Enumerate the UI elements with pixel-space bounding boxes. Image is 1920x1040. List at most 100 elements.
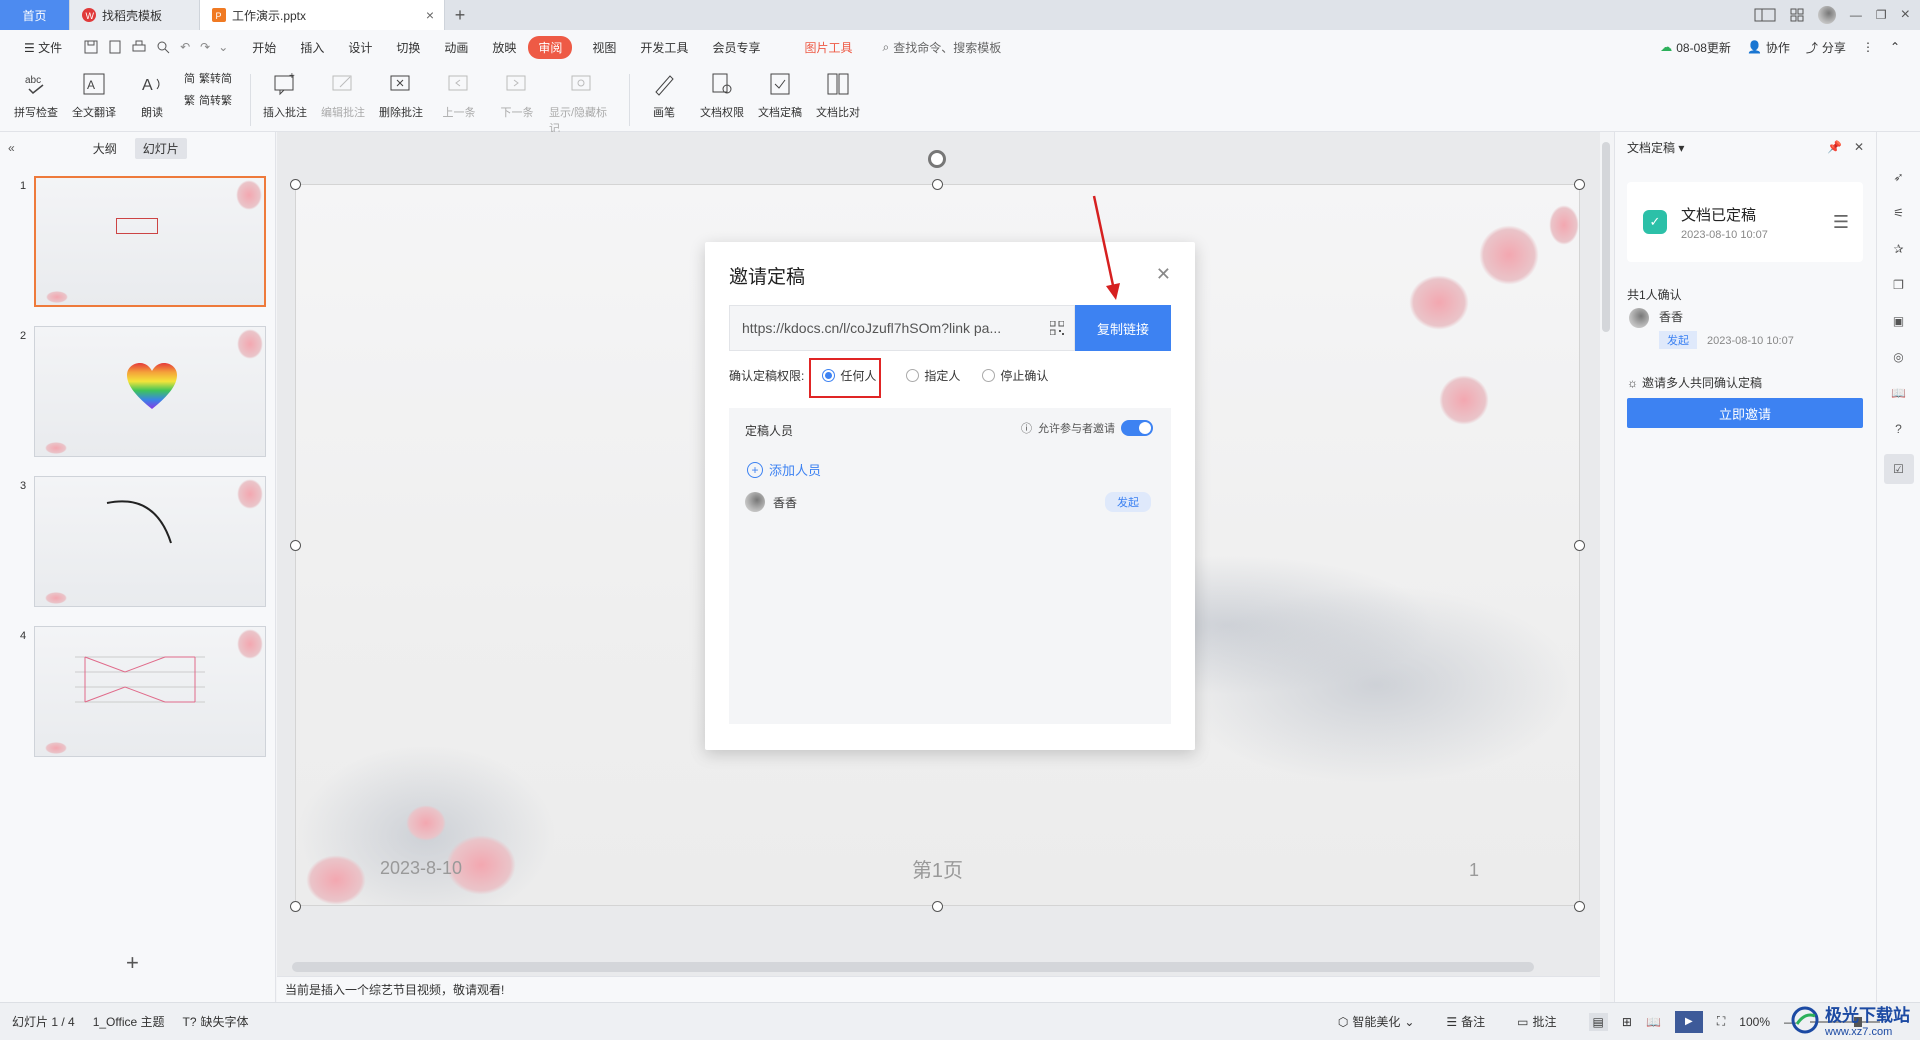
doc-compare-button[interactable]: 文档比对: [812, 70, 864, 120]
edit-comment-button[interactable]: 编辑批注: [317, 70, 369, 120]
notes-button[interactable]: ☰ 备注: [1446, 1013, 1485, 1030]
rotate-handle-icon[interactable]: [928, 150, 946, 168]
slide-thumbnail[interactable]: [34, 176, 266, 307]
prev-comment-button[interactable]: 上一条: [433, 70, 485, 120]
layout-icon[interactable]: [1754, 8, 1776, 22]
resize-handle[interactable]: [932, 901, 943, 912]
close-tab-icon[interactable]: ×: [426, 7, 434, 23]
collapse-pane-icon[interactable]: «: [8, 141, 15, 155]
grid-icon[interactable]: [1790, 8, 1804, 22]
sorter-view-icon[interactable]: ⊞: [1622, 1015, 1632, 1029]
resize-handle[interactable]: [290, 179, 301, 190]
share-button[interactable]: ⤴ 分享: [1806, 39, 1846, 56]
location-icon[interactable]: ◎: [1888, 346, 1910, 368]
tab-document[interactable]: P 工作演示.pptx ×: [200, 0, 445, 30]
tab-outline[interactable]: 大纲: [85, 138, 125, 159]
pin-star-icon[interactable]: ✰: [1888, 238, 1910, 260]
help-icon[interactable]: ?: [1888, 418, 1910, 440]
close-window-icon[interactable]: ×: [1901, 6, 1910, 24]
horizontal-scrollbar[interactable]: [292, 962, 1534, 972]
resize-handle[interactable]: [932, 179, 943, 190]
book-icon[interactable]: 📖: [1888, 382, 1910, 404]
update-button[interactable]: ☁ 08-08更新: [1660, 39, 1731, 56]
trad-to-simp-button[interactable]: 简繁转简: [184, 70, 232, 86]
slide-thumbnail[interactable]: [34, 476, 266, 607]
menu-slideshow[interactable]: 放映: [480, 39, 528, 56]
invite-now-button[interactable]: 立即邀请: [1627, 398, 1863, 428]
notes-area[interactable]: 当前是插入一个综艺节目视频，敬请观看!: [277, 976, 1600, 1002]
doc-finalize-button[interactable]: 文档定稿: [754, 70, 806, 120]
smart-beautify-button[interactable]: ⬡ 智能美化 ⌄: [1338, 1013, 1415, 1030]
tab-home[interactable]: 首页: [0, 0, 70, 30]
menu-icon[interactable]: ☰: [1833, 212, 1849, 233]
allow-invite-toggle[interactable]: [1121, 420, 1153, 436]
print-icon[interactable]: [132, 40, 146, 54]
comment-button[interactable]: ▭ 批注: [1517, 1013, 1556, 1030]
file-menu[interactable]: ☰ 文件: [12, 39, 74, 56]
delete-comment-button[interactable]: 删除批注: [375, 70, 427, 120]
redo-icon[interactable]: ↷: [200, 40, 210, 54]
image-icon[interactable]: ▣: [1888, 310, 1910, 332]
undo-icon[interactable]: ↶: [180, 40, 190, 54]
vertical-scrollbar[interactable]: [1602, 142, 1610, 332]
menu-review[interactable]: 审阅: [528, 35, 573, 59]
finalize-panel-icon[interactable]: ☑: [1883, 454, 1914, 484]
menu-insert[interactable]: 插入: [288, 39, 336, 56]
settings-sliders-icon[interactable]: ⚟: [1888, 202, 1910, 224]
customize-icon[interactable]: ⌄: [218, 40, 228, 54]
close-icon[interactable]: ✕: [1156, 264, 1171, 285]
add-slide-button[interactable]: +: [126, 950, 139, 976]
save-icon[interactable]: [84, 40, 98, 54]
pin-icon[interactable]: 📌: [1827, 140, 1842, 154]
next-comment-button[interactable]: 下一条: [491, 70, 543, 120]
insert-comment-button[interactable]: + 插入批注: [259, 70, 311, 120]
export-icon[interactable]: [108, 40, 122, 54]
menu-picture-tools[interactable]: 图片工具: [792, 39, 864, 56]
doc-rights-button[interactable]: 文档权限: [696, 70, 748, 120]
resize-handle[interactable]: [290, 901, 301, 912]
preview-icon[interactable]: [156, 40, 170, 54]
translate-button[interactable]: A 全文翻译: [68, 70, 120, 120]
spell-check-button[interactable]: abc 拼写检查: [10, 70, 62, 120]
menu-developer[interactable]: 开发工具: [628, 39, 700, 56]
pen-button[interactable]: 画笔: [638, 70, 690, 120]
menu-transition[interactable]: 切换: [384, 39, 432, 56]
add-person-button[interactable]: + 添加人员: [747, 460, 821, 479]
collab-button[interactable]: 👤 协作: [1747, 39, 1790, 56]
panel-title[interactable]: 文档定稿 ▾: [1627, 139, 1684, 156]
minimize-icon[interactable]: —: [1850, 8, 1862, 22]
resize-handle[interactable]: [1574, 540, 1585, 551]
normal-view-icon[interactable]: ▤: [1588, 1012, 1608, 1031]
resize-handle[interactable]: [1574, 179, 1585, 190]
slide-thumbnail[interactable]: [34, 326, 266, 457]
zoom-level[interactable]: 100%: [1739, 1015, 1770, 1029]
new-tab-button[interactable]: +: [445, 0, 475, 30]
more-icon[interactable]: ⋮: [1862, 40, 1874, 54]
resize-handle[interactable]: [290, 540, 301, 551]
qr-code-icon[interactable]: [1050, 321, 1064, 335]
menu-view[interactable]: 视图: [580, 39, 628, 56]
radio-specified[interactable]: 指定人: [906, 367, 960, 384]
restore-icon[interactable]: ❐: [1876, 8, 1887, 22]
command-search[interactable]: ⌕ 查找命令、搜索模板: [882, 39, 1001, 56]
rocket-icon[interactable]: ➶: [1888, 166, 1910, 188]
tab-slides[interactable]: 幻灯片: [134, 137, 187, 159]
play-slideshow-button[interactable]: ▶: [1674, 1010, 1703, 1033]
share-link-field[interactable]: https://kdocs.cn/l/coJzufl7hSOm?link pa.…: [729, 305, 1075, 351]
missing-font-button[interactable]: T? 缺失字体: [183, 1013, 249, 1030]
read-aloud-button[interactable]: A 朗读: [126, 70, 178, 120]
fit-icon[interactable]: ⛶: [1717, 1014, 1725, 1029]
reading-view-icon[interactable]: 📖: [1646, 1015, 1661, 1029]
copy-link-button[interactable]: 复制链接: [1075, 305, 1171, 351]
slide-thumbnail[interactable]: [34, 626, 266, 757]
copy-icon[interactable]: ❐: [1888, 274, 1910, 296]
user-avatar[interactable]: [1817, 6, 1836, 24]
close-panel-icon[interactable]: ✕: [1854, 140, 1864, 154]
resize-handle[interactable]: [1574, 901, 1585, 912]
collapse-ribbon-icon[interactable]: ⌃: [1890, 40, 1900, 54]
menu-design[interactable]: 设计: [336, 39, 384, 56]
menu-start[interactable]: 开始: [240, 39, 288, 56]
menu-member[interactable]: 会员专享: [700, 39, 772, 56]
show-hide-markup-button[interactable]: 显示/隐藏标记: [549, 70, 615, 136]
simp-to-trad-button[interactable]: 繁简转繁: [184, 92, 232, 108]
